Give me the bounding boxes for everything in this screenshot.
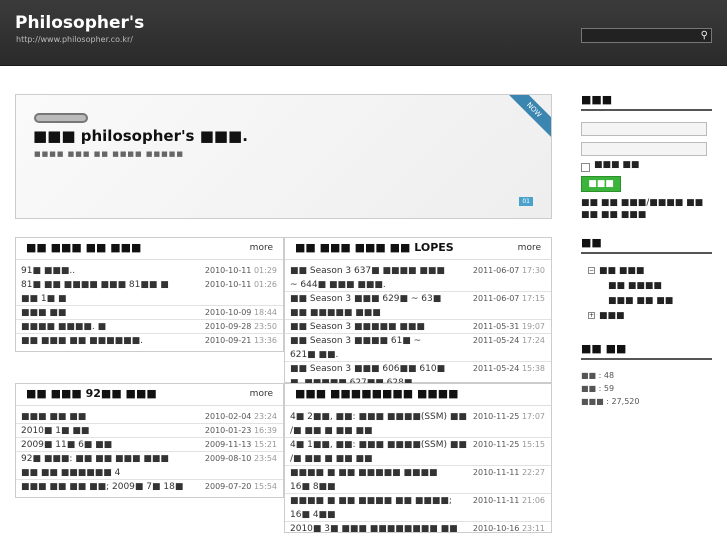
list-item[interactable]: 91■ ■■■.. 2010-10-11 01:29 bbox=[16, 264, 283, 278]
list-item[interactable]: ■■ Season 3 637■ ■■■■ ■■■ 2011-06-07 17:3… bbox=[285, 264, 551, 278]
list-item[interactable]: 2010■ 3■ ■■■ ■■■■■■■■ ■■ 2010-10-16 23:11 bbox=[285, 522, 551, 532]
now-ribbon: NOW bbox=[504, 95, 551, 140]
list-item[interactable]: 81■ ■■ ■■■■ ■■■ 81■■ ■ 2010-10-11 01:26 bbox=[16, 278, 283, 292]
more-link[interactable]: more bbox=[250, 389, 273, 399]
panel-title: ■■■ ■■■■■■■■ ■■■■ bbox=[295, 387, 459, 400]
list-item[interactable]: ■■ Season 3 ■■■ 606■■ 610■ 2011-05-24 15:… bbox=[285, 362, 551, 376]
list-item[interactable]: 4■ 2■■, ■■: ■■■ ■■■■(SSM) ■■ 2010-11-25 1… bbox=[285, 410, 551, 424]
tree-item[interactable]: + ■■■ bbox=[588, 311, 673, 326]
list-item[interactable]: 4■ 1■■, ■■: ■■■ ■■■■(SSM) ■■ 2010-11-25 1… bbox=[285, 438, 551, 452]
join-link[interactable]: ■■ ■■ ■■■/■■■■ ■■ bbox=[581, 198, 703, 208]
list-item[interactable]: 92■ ■■■: ■■ ■■ ■■■ ■■■ 2009-08-10 23:54 bbox=[16, 452, 283, 466]
stats-title: ■■ ■■ bbox=[581, 342, 712, 360]
search-icon[interactable]: ⚲ bbox=[701, 30, 708, 41]
panel-header: ■■ ■■■ ■■■ ■■ LOPES more bbox=[285, 238, 551, 260]
panel-title: ■■ ■■■ 92■■ ■■■ bbox=[26, 387, 157, 400]
stat-row: ■■ : 59 bbox=[581, 384, 615, 393]
list-item[interactable]: ■■ ■■ ■■■■■■ 4 bbox=[16, 466, 283, 480]
banner-tag bbox=[34, 113, 88, 123]
recent-posts-panel: ■■ ■■■ ■■ ■■■ more 91■ ■■■.. 2010-10-11 0… bbox=[15, 237, 284, 352]
category-title: ■■ bbox=[581, 236, 712, 254]
login-title: ■■■ bbox=[581, 93, 712, 111]
remember-checkbox[interactable] bbox=[581, 163, 590, 172]
banner-title: ■■■ philosopher's ■■■. bbox=[33, 127, 248, 145]
category-tree: − ■■ ■■■ ■■ ■■■■ ■■■ ■■ ■■ + ■■■ bbox=[588, 266, 673, 326]
list-item[interactable]: ■■ ■■■ ■■ ■■■■■■. 2010-09-21 13:36 bbox=[16, 334, 283, 348]
tree-item[interactable]: ■■■ ■■ ■■ bbox=[588, 296, 673, 311]
list-item[interactable]: ■■■ ■■ 2010-10-09 18:44 bbox=[16, 306, 283, 320]
login-button[interactable]: ■■■ bbox=[581, 176, 621, 192]
more-link[interactable]: more bbox=[518, 243, 541, 253]
stat-row: ■■■ : 27,520 bbox=[581, 397, 640, 406]
list-item[interactable]: ■■■■ ■■■■. ■ 2010-09-28 23:50 bbox=[16, 320, 283, 334]
news-panel: ■■■ ■■■■■■■■ ■■■■ 4■ 2■■, ■■: ■■■ ■■■■(S… bbox=[284, 383, 552, 533]
list-item[interactable]: 2009■ 11■ 6■ ■■ 2009-11-13 15:21 bbox=[16, 438, 283, 452]
list-item[interactable]: ■■■■ ■ ■■ ■■■■■ ■■■■ 2010-11-11 22:27 bbox=[285, 466, 551, 480]
list-item[interactable]: ■■ Season 3 ■■■■■ ■■■ 2011-05-31 19:07 bbox=[285, 320, 551, 334]
more-link[interactable]: more bbox=[250, 243, 273, 253]
stat-row: ■■ : 48 bbox=[581, 371, 615, 380]
site-url[interactable]: http://www.philosopher.co.kr/ bbox=[16, 35, 133, 44]
list-item[interactable]: ■■■ ■■ ■■ 2010-02-04 23:24 bbox=[16, 410, 283, 424]
banner-subtitle: ■■■■ ■■■ ■■ ■■■■ ■■■■■ bbox=[34, 150, 184, 158]
panel-header: ■■ ■■■ 92■■ ■■■ more bbox=[16, 384, 283, 406]
list-item[interactable]: 621■ ■■. bbox=[285, 348, 551, 362]
list-item[interactable]: /■ ■■ ■ ■■ ■■ bbox=[285, 452, 551, 466]
search-input[interactable]: ⚲ bbox=[581, 28, 712, 43]
list-item[interactable]: ■■ ■■■■■ ■■■ bbox=[285, 306, 551, 320]
expand-icon[interactable]: + bbox=[588, 312, 595, 319]
list-item[interactable]: ■■ 1■ ■ bbox=[16, 292, 283, 306]
site-title[interactable]: Philosopher's bbox=[15, 13, 144, 33]
password-field[interactable] bbox=[581, 142, 707, 156]
panel-header: ■■■ ■■■■■■■■ ■■■■ bbox=[285, 384, 551, 406]
list-item[interactable]: 16■ 4■■ bbox=[285, 508, 551, 522]
find-link[interactable]: ■■ ■■ ■■■ bbox=[581, 210, 646, 220]
92-panel: ■■ ■■■ 92■■ ■■■ more ■■■ ■■ ■■ 2010-02-04… bbox=[15, 383, 284, 498]
tree-item[interactable]: ■■ ■■■■ bbox=[588, 281, 673, 296]
header-bar: Philosopher's http://www.philosopher.co.… bbox=[0, 0, 727, 66]
list-item[interactable]: ■■ Season 3 ■■■■ 61■ ~2011-05-24 17:24 bbox=[285, 334, 551, 348]
list-item[interactable]: ■■■■ ■ ■■ ■■■■ ■■ ■■■■; 2010-11-11 21:06 bbox=[285, 494, 551, 508]
tree-item[interactable]: − ■■ ■■■ bbox=[588, 266, 673, 281]
collapse-icon[interactable]: − bbox=[588, 267, 595, 274]
panel-title: ■■ ■■■ ■■■ ■■ LOPES bbox=[295, 241, 454, 254]
panel-header: ■■ ■■■ ■■ ■■■ more bbox=[16, 238, 283, 260]
banner: ■■■ philosopher's ■■■. ■■■■ ■■■ ■■ ■■■■ … bbox=[15, 94, 552, 219]
list-item[interactable]: 2010■ 1■ ■■ 2010-01-23 16:39 bbox=[16, 424, 283, 438]
banner-badge: 01 bbox=[519, 197, 533, 206]
list-item[interactable]: ~ 644■ ■■■ ■■■. bbox=[285, 278, 551, 292]
username-field[interactable] bbox=[581, 122, 707, 136]
remember-label: ■■■ ■■ bbox=[594, 160, 640, 170]
lopes-panel: ■■ ■■■ ■■■ ■■ LOPES more ■■ Season 3 637… bbox=[284, 237, 552, 388]
list-item[interactable]: 16■ 8■■ bbox=[285, 480, 551, 494]
list-item[interactable]: ■■■ ■■ ■■ ■■; 2009■ 7■ 18■ 2009-07-20 15:… bbox=[16, 480, 283, 494]
list-item[interactable]: /■ ■■ ■ ■■ ■■ bbox=[285, 424, 551, 438]
list-item[interactable]: ■■ Season 3 ■■■ 629■ ~ 63■ 2011-06-07 17:… bbox=[285, 292, 551, 306]
panel-title: ■■ ■■■ ■■ ■■■ bbox=[26, 241, 142, 254]
